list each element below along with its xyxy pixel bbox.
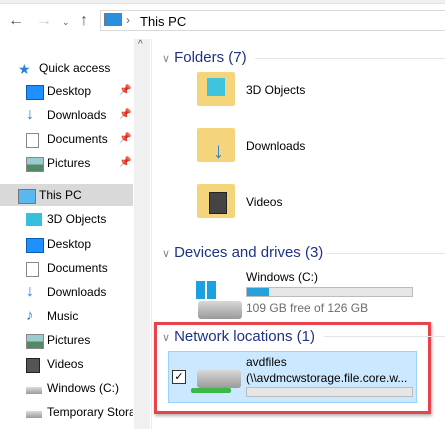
- music-icon: ♪: [26, 307, 34, 324]
- drive-usage-bar: [246, 287, 413, 297]
- sidebar-item-label: Documents: [47, 261, 108, 275]
- address-bar[interactable]: › This PC: [100, 10, 445, 31]
- folder-videos[interactable]: [197, 184, 235, 218]
- selection-checkbox[interactable]: ✓: [172, 370, 186, 384]
- sidebar-item-label: Quick access: [39, 61, 111, 75]
- forward-button[interactable]: →: [36, 12, 52, 30]
- sidebar-item-this-pc[interactable]: This PC: [0, 184, 133, 206]
- nav-pane-scrollbar[interactable]: ^: [134, 39, 150, 429]
- network-drive-icon: [197, 370, 241, 388]
- network-usage-bar: [246, 387, 413, 397]
- recent-locations-dropdown[interactable]: ⌄: [62, 17, 70, 28]
- drive-icon: [26, 411, 42, 418]
- sidebar-item-label: Downloads: [47, 285, 107, 299]
- computer-icon: [104, 13, 122, 26]
- pin-icon[interactable]: 📌: [119, 80, 131, 102]
- title-bar-edge: [0, 0, 445, 4]
- sidebar-item-label: 3D Objects: [47, 212, 107, 226]
- sidebar-item-documents[interactable]: Documents: [0, 257, 133, 279]
- breadcrumb-separator: ›: [126, 13, 130, 27]
- sidebar-item-label: Videos: [47, 357, 84, 371]
- desktop-icon: [26, 238, 44, 253]
- pin-icon[interactable]: 📌: [119, 104, 131, 126]
- sidebar-item-label: Desktop: [47, 237, 92, 251]
- network-group-header[interactable]: ∨ Network locations (1): [162, 328, 315, 345]
- videos-icon: [26, 358, 40, 373]
- scroll-up-icon[interactable]: ^: [138, 39, 143, 50]
- chevron-down-icon: ∨: [162, 248, 171, 260]
- drive-free-space: 109 GB free of 126 GB: [246, 301, 369, 315]
- up-button[interactable]: ↑: [80, 12, 88, 30]
- pin-icon[interactable]: 📌: [119, 128, 131, 150]
- network-path: (\\avdmcwstorage.file.core.w...: [246, 371, 408, 385]
- sidebar-item-3d-objects[interactable]: 3D Objects: [0, 208, 133, 230]
- breadcrumb-this-pc[interactable]: This PC: [140, 14, 186, 29]
- sidebar-item-label: Pictures: [47, 156, 91, 170]
- folder-label: 3D Objects: [246, 83, 306, 97]
- pane-divider: [151, 39, 152, 429]
- drive-icon: [26, 387, 42, 394]
- sidebar-item-label: Downloads: [47, 108, 107, 122]
- star-icon: ★: [18, 61, 31, 77]
- sidebar-item-pictures[interactable]: Pictures 📌: [0, 152, 133, 174]
- divider: [255, 58, 445, 59]
- document-icon: [26, 133, 39, 148]
- sidebar-item-label: Temporary Stora: [47, 405, 133, 419]
- network-name: avdfiles: [246, 355, 287, 369]
- divider: [326, 253, 445, 254]
- sidebar-item-label: Pictures: [47, 333, 91, 347]
- sidebar-item-quick-access[interactable]: ★ Quick access: [0, 57, 133, 79]
- cube-icon: [207, 78, 225, 96]
- sidebar-item-label: Documents: [47, 132, 108, 146]
- folder-label: Videos: [246, 195, 283, 209]
- sidebar-item-desktop[interactable]: Desktop: [0, 233, 133, 255]
- sidebar-item-windows-c[interactable]: Windows (C:): [0, 377, 133, 399]
- divider: [324, 336, 445, 337]
- sidebar-item-videos[interactable]: Videos: [0, 353, 133, 375]
- download-icon: ↓: [26, 283, 34, 300]
- document-icon: [26, 262, 39, 277]
- drive-name[interactable]: Windows (C:): [246, 270, 318, 284]
- sidebar-item-label: This PC: [39, 188, 82, 202]
- folders-group-header[interactable]: ∨ Folders (7): [162, 49, 247, 66]
- sidebar-item-label: Windows (C:): [47, 381, 120, 395]
- computer-icon: [18, 189, 36, 204]
- sidebar-item-desktop[interactable]: Desktop 📌: [0, 80, 133, 102]
- sidebar-item-temporary-stora[interactable]: Temporary Stora: [0, 401, 133, 423]
- sidebar-item-label: Music: [47, 309, 79, 323]
- chevron-down-icon: ∨: [162, 332, 171, 344]
- chevron-down-icon: ∨: [162, 53, 171, 65]
- folder-label: Downloads: [246, 139, 306, 153]
- back-button[interactable]: ←: [8, 12, 24, 30]
- network-cable-icon: [191, 388, 231, 393]
- download-icon: ↓: [213, 138, 224, 163]
- sidebar-item-downloads[interactable]: ↓ Downloads 📌: [0, 104, 133, 126]
- devices-group-header[interactable]: ∨ Devices and drives (3): [162, 244, 323, 261]
- cube-icon: [26, 213, 42, 226]
- film-icon: [209, 192, 227, 214]
- folder-downloads[interactable]: ↓: [197, 128, 235, 163]
- sidebar-item-pictures[interactable]: Pictures: [0, 329, 133, 351]
- pictures-icon: [26, 334, 44, 349]
- sidebar-item-music[interactable]: ♪ Music: [0, 305, 133, 327]
- pictures-icon: [26, 157, 44, 172]
- network-location-avdfiles[interactable]: ✓ avdfiles (\\avdmcwstorage.file.core.w.…: [168, 351, 417, 403]
- desktop-icon: [26, 85, 44, 100]
- sidebar-item-downloads[interactable]: ↓ Downloads: [0, 281, 133, 303]
- download-icon: ↓: [26, 106, 34, 123]
- sidebar-item-documents[interactable]: Documents 📌: [0, 128, 133, 150]
- pin-icon[interactable]: 📌: [119, 152, 131, 174]
- sidebar-item-label: Desktop: [47, 84, 92, 98]
- folder-3d-objects[interactable]: [197, 72, 235, 106]
